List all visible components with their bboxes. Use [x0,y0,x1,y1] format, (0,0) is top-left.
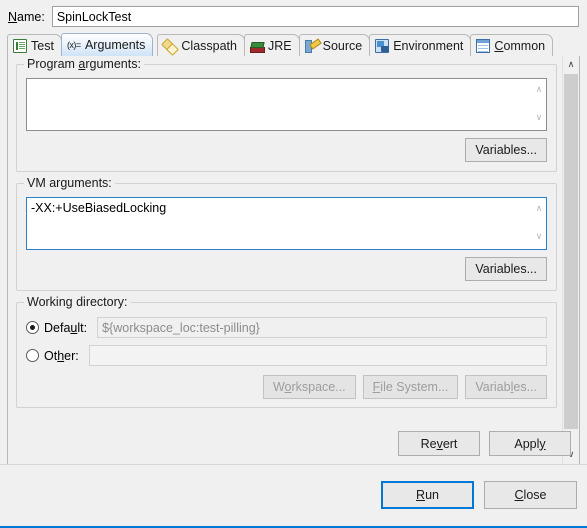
tab-test[interactable]: Test [7,34,62,56]
arguments-panel-content: Program arguments: ∧ ∨ Variables... VM a… [8,56,563,463]
tab-source-label: Source [322,38,363,53]
scrollbar-thumb[interactable] [564,74,578,429]
vm-arguments-legend: VM arguments: [24,176,115,190]
tab-source[interactable]: Source [298,34,371,56]
vm-arguments-scrollbar[interactable]: ∧ ∨ [530,198,546,249]
working-directory-default-row[interactable]: Default: ${workspace_loc:test-pilling} [26,316,547,339]
tab-classpath-label: Classpath [181,38,237,53]
workspace-button: Workspace... [262,375,356,399]
vm-arguments-textarea[interactable] [27,198,530,249]
tab-strip: Test (x)= Arguments Classpath JRE Source… [7,33,580,57]
configuration-name-input[interactable] [51,6,579,27]
default-radio-button[interactable] [26,321,39,334]
tab-jre[interactable]: JRE [243,34,300,56]
working-directory-group: Working directory: Default: ${workspace_… [16,295,557,408]
test-document-icon [13,38,27,53]
name-row: Name: [0,0,587,33]
vm-arguments-button-row: Variables... [26,257,547,281]
tab-test-label: Test [31,38,54,53]
scroll-down-icon[interactable]: ∨ [531,110,547,125]
dialog-footer: Run Close [0,464,587,526]
tab-arguments[interactable]: (x)= Arguments [60,33,154,56]
source-pencil-icon [304,39,319,53]
program-arguments-group: Program arguments: ∧ ∨ Variables... [16,57,557,172]
jre-books-icon [249,39,265,53]
revert-button[interactable]: Revert [398,431,480,456]
other-directory-input[interactable] [88,345,547,366]
tab-arguments-label: Arguments [84,38,146,52]
working-directory-legend: Working directory: [24,295,131,309]
program-variables-button[interactable]: Variables... [465,138,547,162]
close-button[interactable]: Close [484,481,577,509]
revert-apply-row: Revert Apply [398,431,571,456]
name-label-mnemonic: N [8,9,18,24]
default-radio-label: Default: [44,320,88,335]
scroll-down-icon[interactable]: ∨ [531,229,547,244]
apply-button[interactable]: Apply [489,431,571,456]
tab-environment[interactable]: Environment [369,34,472,56]
scroll-up-icon[interactable]: ∧ [563,56,579,73]
tab-classpath[interactable]: Classpath [157,34,245,56]
program-arguments-button-row: Variables... [26,138,547,162]
tab-common[interactable]: Common [470,34,554,56]
working-directory-other-row[interactable]: Other: [26,344,547,367]
working-directory-button-row: Workspace... File System... Variables... [26,375,547,399]
program-arguments-legend: Program arguments: [24,57,144,71]
working-directory-variables-button: Variables... [465,375,547,399]
vm-arguments-field-wrap[interactable]: ∧ ∨ [26,197,547,250]
file-system-button: File System... [362,375,459,399]
scroll-up-icon[interactable]: ∧ [531,201,547,216]
program-arguments-textarea[interactable] [27,79,530,130]
panel-vertical-scrollbar[interactable]: ∧ ∨ [562,56,579,463]
arguments-tab-panel: Program arguments: ∧ ∨ Variables... VM a… [7,56,580,465]
other-radio-label: Other: [44,348,79,363]
vm-arguments-group: VM arguments: ∧ ∨ Variables... [16,176,557,291]
default-directory-value: ${workspace_loc:test-pilling} [97,317,547,338]
tab-environment-label: Environment [393,38,464,53]
tab-common-label: Common [494,38,546,53]
program-arguments-scrollbar[interactable]: ∧ ∨ [530,79,546,130]
footer-button-row: Run Close [381,481,577,509]
name-label: Name: [8,10,45,24]
scroll-up-icon[interactable]: ∧ [531,82,547,97]
tab-jre-label: JRE [267,38,292,53]
vm-variables-button[interactable]: Variables... [465,257,547,281]
other-radio-button[interactable] [26,349,39,362]
variable-xequals-icon: (x)= [66,40,81,50]
environment-monitor-icon [375,38,390,53]
program-arguments-field-wrap[interactable]: ∧ ∨ [26,78,547,131]
name-label-text: ame: [17,9,45,24]
common-table-icon [476,38,491,53]
run-configuration-dialog: Name: Test (x)= Arguments Classpath JRE … [0,0,587,528]
classpath-arrows-icon [163,39,177,53]
run-button[interactable]: Run [381,481,474,509]
